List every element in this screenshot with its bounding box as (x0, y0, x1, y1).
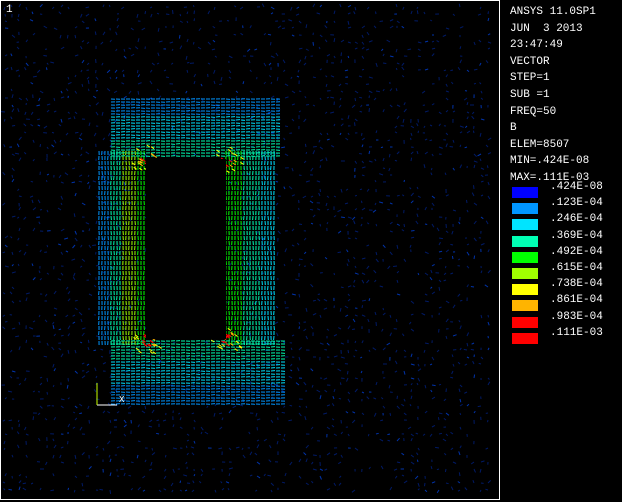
info-line: FREQ=50 (510, 105, 557, 118)
legend-label: .983E-04 (550, 310, 603, 323)
legend-row: .111E-03 (512, 326, 622, 344)
info-line: JUN 3 2013 (510, 22, 583, 35)
legend-row: .983E-04 (512, 310, 622, 328)
legend-label: .246E-04 (550, 213, 603, 226)
legend-label: .615E-04 (550, 262, 603, 274)
plot-info-panel: ANSYS 11.0SP1 JUN 3 2013 23:47:49 VECTOR STE… (510, 4, 622, 187)
legend-label: .369E-04 (550, 229, 603, 242)
background-vector-field (1, 3, 492, 494)
info-line: VECTOR (510, 55, 550, 68)
graphics-viewport[interactable]: 1 X (0, 0, 500, 500)
legend-row: .492E-04 (512, 245, 622, 263)
legend-row: .369E-04 (512, 229, 622, 247)
info-line: 23:47:49 (510, 39, 563, 52)
legend-label: .111E-03 (550, 326, 603, 339)
legend-label: .738E-04 (550, 278, 603, 291)
info-line: SUB =1 (510, 88, 550, 101)
legend-row: .246E-04 (512, 213, 622, 231)
legend-row: .424E-08 (512, 181, 622, 198)
axis-triad: X (96, 383, 125, 406)
info-line: ANSYS 11.0SP1 (510, 6, 596, 18)
legend-label: .861E-04 (550, 294, 603, 307)
legend-row: .738E-04 (512, 278, 622, 296)
legend-swatch (512, 332, 538, 344)
legend-label: .123E-04 (550, 197, 603, 210)
info-line: ELEM=8507 (510, 138, 570, 151)
info-line: B (510, 122, 517, 135)
info-line: STEP=1 (510, 72, 550, 85)
vector-field-plot: X (1, 3, 492, 494)
legend-row: .615E-04 (512, 262, 622, 279)
triad-x-label: X (119, 395, 125, 405)
info-line: MIN=.424E-08 (510, 155, 590, 168)
core-window-opening (146, 159, 226, 339)
legend-row: .123E-04 (512, 197, 622, 215)
legend-label: .492E-04 (550, 245, 603, 258)
legend-row: .861E-04 (512, 294, 622, 312)
legend-label: .424E-08 (550, 181, 603, 193)
